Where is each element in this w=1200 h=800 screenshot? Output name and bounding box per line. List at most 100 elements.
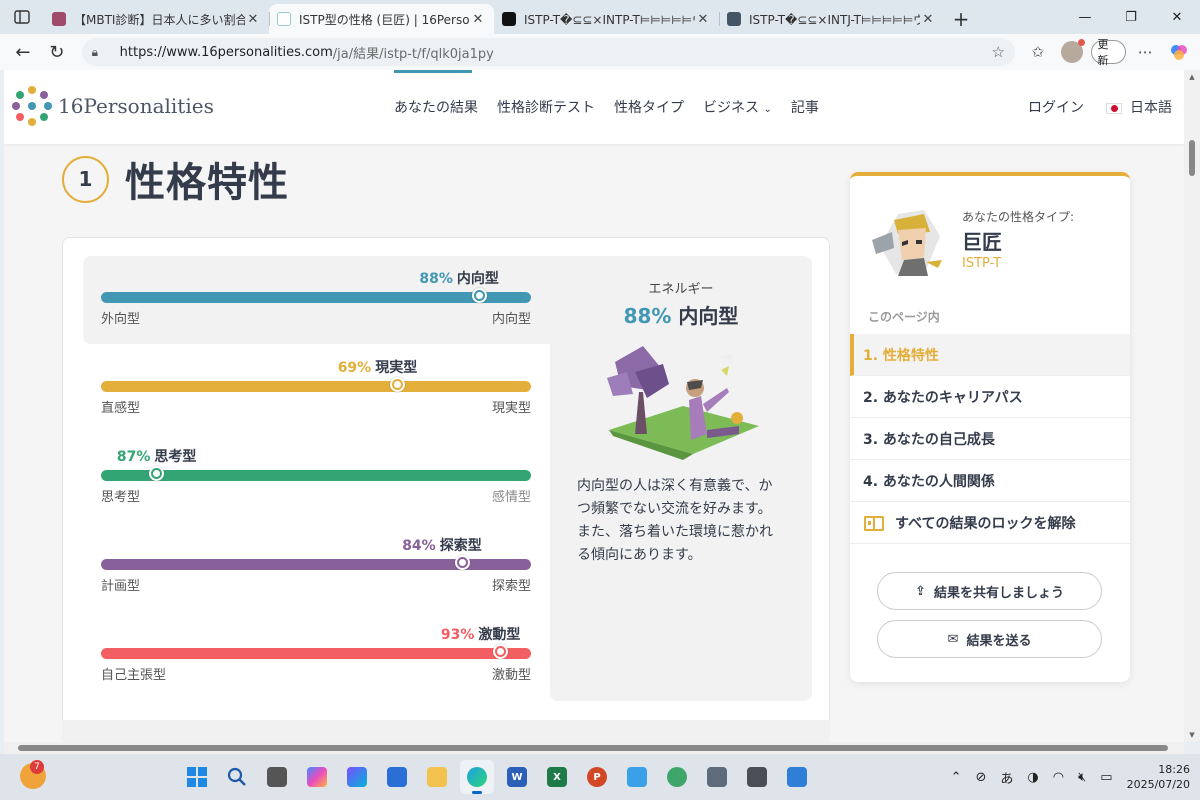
battery-icon[interactable]: ▭ bbox=[1100, 770, 1112, 785]
nav-articles[interactable]: 記事 bbox=[791, 97, 819, 117]
nav-personality-types[interactable]: 性格タイプ bbox=[614, 97, 684, 117]
trait-right-label: 激動型 bbox=[491, 668, 531, 683]
toc-item-relationships[interactable]: 4. あなたの人間関係 bbox=[850, 460, 1130, 502]
scroll-up-arrow-icon[interactable]: ▲ bbox=[1184, 70, 1200, 84]
minimize-icon[interactable]: — bbox=[1062, 0, 1108, 34]
excel-icon[interactable]: X bbox=[540, 760, 574, 794]
close-window-icon[interactable]: ✕ bbox=[1154, 0, 1200, 34]
nav-personality-test[interactable]: 性格診断テスト bbox=[497, 97, 595, 117]
trait-row[interactable]: 84% 探索型計画型 探索型 bbox=[101, 535, 531, 605]
trait-name: 探索型 bbox=[439, 538, 482, 554]
scroll-down-arrow-icon[interactable]: ▼ bbox=[1184, 728, 1200, 742]
url-host: https://www.16personalities.com bbox=[119, 44, 333, 60]
tab-actions-icon[interactable] bbox=[0, 0, 44, 34]
file-explorer-icon[interactable] bbox=[420, 760, 454, 794]
camera-icon[interactable] bbox=[700, 760, 734, 794]
share-results-button[interactable]: ⇪ 結果を共有しましょう bbox=[877, 572, 1102, 610]
ime-mode-icon[interactable]: ◑ bbox=[1027, 770, 1038, 785]
tab-close-icon[interactable]: ✕ bbox=[470, 12, 486, 27]
trait-row[interactable]: 88% 内向型外向型 内向型 bbox=[101, 268, 531, 338]
horizontal-scrollbar[interactable] bbox=[4, 742, 1184, 754]
trait-left-label: 外向型 bbox=[101, 312, 141, 327]
vertical-scroll-thumb[interactable] bbox=[1189, 140, 1195, 176]
browser-tab-0[interactable]: 【MBTI診断】日本人に多い割合タイプ✕ bbox=[44, 4, 269, 34]
calculator-icon[interactable] bbox=[740, 760, 774, 794]
horizontal-scroll-thumb[interactable] bbox=[18, 745, 1168, 751]
type-code[interactable]: ISTP-T bbox=[962, 256, 1001, 271]
back-icon[interactable]: ← bbox=[6, 37, 40, 67]
tab-close-icon[interactable]: ✕ bbox=[695, 12, 711, 27]
search-icon[interactable] bbox=[220, 760, 254, 794]
browser-tab-2[interactable]: ISTP-T�⊆⊆×INTP-T⊨⊨⊨⊨⊨ヴィ✕ bbox=[494, 4, 719, 34]
trait-row[interactable]: 69% 現実型 直感型 現実型 bbox=[101, 357, 531, 427]
language-selector[interactable]: 日本語 bbox=[1106, 97, 1172, 117]
globe-icon[interactable] bbox=[660, 760, 694, 794]
logo-icon bbox=[12, 86, 52, 126]
trait-right-label: 探索型 bbox=[491, 579, 531, 594]
tab-close-icon[interactable]: ✕ bbox=[920, 12, 936, 27]
vertical-scrollbar[interactable]: ▲ ▼ bbox=[1184, 70, 1200, 742]
refresh-icon[interactable]: ↻ bbox=[40, 37, 74, 67]
chevron-up-icon[interactable]: ⌃ bbox=[951, 770, 962, 785]
trait-percent: 93% bbox=[440, 627, 475, 643]
traits-card: 88% 内向型外向型 内向型 69% 現実型 直感型 現実型 87% 思考型 思考型 感情型 84% 探… bbox=[62, 237, 830, 742]
site-logo[interactable]: 16Personalities bbox=[12, 86, 214, 126]
profile-button[interactable] bbox=[1057, 38, 1087, 66]
trait-left-label: 自己主張型 bbox=[101, 668, 167, 683]
trait-heading: 84% 探索型 bbox=[402, 535, 482, 555]
more-menu-icon[interactable]: ⋯ bbox=[1130, 38, 1160, 66]
nav-business[interactable]: ビジネス ⌄ bbox=[703, 97, 772, 117]
edge-icon[interactable] bbox=[460, 760, 494, 794]
trait-row[interactable]: 93% 激動型 自己主張型 激動型 bbox=[101, 624, 531, 694]
store-icon[interactable] bbox=[380, 760, 414, 794]
network-off-icon[interactable]: ⊘ bbox=[975, 770, 986, 785]
copilot-icon[interactable] bbox=[1164, 38, 1194, 66]
word-icon[interactable]: W bbox=[500, 760, 534, 794]
task-view-icon[interactable] bbox=[260, 760, 294, 794]
wifi-icon[interactable]: ◠ bbox=[1053, 770, 1064, 785]
login-link[interactable]: ログイン bbox=[1028, 97, 1084, 117]
trait-heading: 88% 内向型 bbox=[419, 268, 499, 288]
toc-item-traits[interactable]: 1. 性格特性 bbox=[850, 334, 1130, 376]
update-button[interactable]: 更新 bbox=[1090, 38, 1127, 67]
unlock-book-icon bbox=[864, 515, 884, 531]
active-nav-indicator bbox=[394, 70, 472, 73]
powerpoint-icon[interactable]: P bbox=[580, 760, 614, 794]
url-bar[interactable]: 🔒︎ https://www.16personalities.com/ja/結果… bbox=[81, 38, 1015, 66]
start-button[interactable] bbox=[180, 760, 214, 794]
tab-close-icon[interactable]: ✕ bbox=[245, 12, 261, 27]
trait-row[interactable]: 87% 思考型 思考型 感情型 bbox=[101, 446, 531, 516]
nav-your-results[interactable]: あなたの結果 bbox=[394, 97, 478, 117]
notepad-icon[interactable] bbox=[620, 760, 654, 794]
tab-favicon-icon bbox=[277, 12, 291, 26]
trait-percent: 87% bbox=[116, 449, 151, 465]
toc-item-unlock[interactable]: すべての結果のロックを解除 bbox=[850, 502, 1130, 544]
clock[interactable]: 18:26 2025/07/20 bbox=[1127, 762, 1190, 792]
japan-flag-icon bbox=[1106, 102, 1122, 114]
browser-tab-1[interactable]: ISTP型の性格 (巨匠) | 16Personalit✕ bbox=[269, 4, 494, 34]
favorite-star-icon[interactable]: ☆ bbox=[991, 43, 1004, 61]
trait-right-label: 内向型 bbox=[491, 312, 531, 327]
favorites-icon[interactable]: ✩ bbox=[1023, 38, 1053, 66]
toc-item-career[interactable]: 2. あなたのキャリアパス bbox=[850, 376, 1130, 418]
mail-icon: ✉ bbox=[947, 631, 959, 647]
unlock-label: すべての結果のロックを解除 bbox=[895, 515, 1076, 532]
copilot-taskbar-icon[interactable] bbox=[300, 760, 334, 794]
toc-item-growth[interactable]: 3. あなたの自己成長 bbox=[850, 418, 1130, 460]
volume-muted-icon[interactable]: 🔇︎ bbox=[1078, 770, 1086, 785]
lock-icon[interactable]: 🔒︎ bbox=[92, 45, 112, 60]
results-sidebar: あなたの性格タイプ: 巨匠 ISTP-T このページ内 1. 性格特性 2. あ… bbox=[850, 172, 1130, 682]
new-tab-button[interactable]: + bbox=[944, 4, 978, 34]
paint-icon[interactable] bbox=[780, 760, 814, 794]
trait-left-label: 計画型 bbox=[101, 579, 141, 594]
m365-icon[interactable] bbox=[340, 760, 374, 794]
trait-name: 内向型 bbox=[456, 271, 499, 287]
browser-tab-3[interactable]: ISTP-T�⊆⊆×INTJ-T⊨⊨⊨⊨⊨ヴィ ✕ bbox=[719, 4, 944, 34]
trait-bar bbox=[101, 470, 531, 481]
logo-text: 16Personalities bbox=[58, 94, 214, 118]
send-results-button[interactable]: ✉ 結果を送る bbox=[877, 620, 1102, 658]
restore-icon[interactable]: ❐ bbox=[1108, 0, 1154, 34]
ime-indicator[interactable]: あ bbox=[1000, 768, 1013, 787]
trait-marker-ring bbox=[473, 290, 485, 301]
toc-label: このページ内 bbox=[868, 310, 940, 324]
